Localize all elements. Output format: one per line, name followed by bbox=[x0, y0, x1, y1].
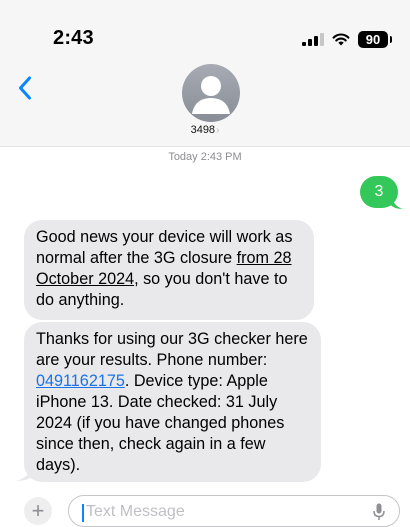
battery-icon: 90 bbox=[358, 30, 392, 48]
status-icons: 90 bbox=[302, 29, 392, 49]
message-text: Thanks for using our 3G checker here are… bbox=[36, 330, 308, 369]
signal-icon bbox=[302, 32, 324, 46]
back-chevron-icon[interactable] bbox=[18, 76, 32, 100]
text-cursor bbox=[82, 504, 84, 522]
status-time: 2:43 bbox=[53, 27, 94, 49]
person-icon bbox=[192, 76, 230, 114]
contact-number: 3498 bbox=[190, 124, 216, 136]
battery-level: 90 bbox=[365, 31, 381, 47]
chevron-right-icon: › bbox=[216, 125, 220, 136]
input-placeholder: Text Message bbox=[86, 503, 185, 520]
received-bubble-tail bbox=[16, 462, 34, 481]
received-message-bubble[interactable]: Thanks for using our 3G checker here are… bbox=[24, 322, 321, 482]
plus-icon[interactable]: + bbox=[24, 497, 52, 525]
wifi-icon bbox=[332, 33, 350, 46]
conversation-header: 2:43 90 3498› bbox=[0, 0, 410, 147]
contact-avatar[interactable] bbox=[182, 64, 240, 122]
sent-message-text: 3 bbox=[374, 183, 384, 200]
message-composer: + Text Message bbox=[0, 488, 410, 527]
phone-number-link[interactable]: 0491162175 bbox=[36, 372, 125, 390]
message-timestamp: Today 2:43 PM bbox=[168, 151, 242, 163]
received-message-bubble[interactable]: Good news your device will work as norma… bbox=[24, 220, 314, 320]
sent-bubble-tail bbox=[390, 192, 403, 209]
microphone-icon[interactable] bbox=[373, 503, 385, 521]
contact-name[interactable]: 3498› bbox=[0, 124, 410, 136]
text-message-input[interactable]: Text Message bbox=[68, 495, 400, 527]
